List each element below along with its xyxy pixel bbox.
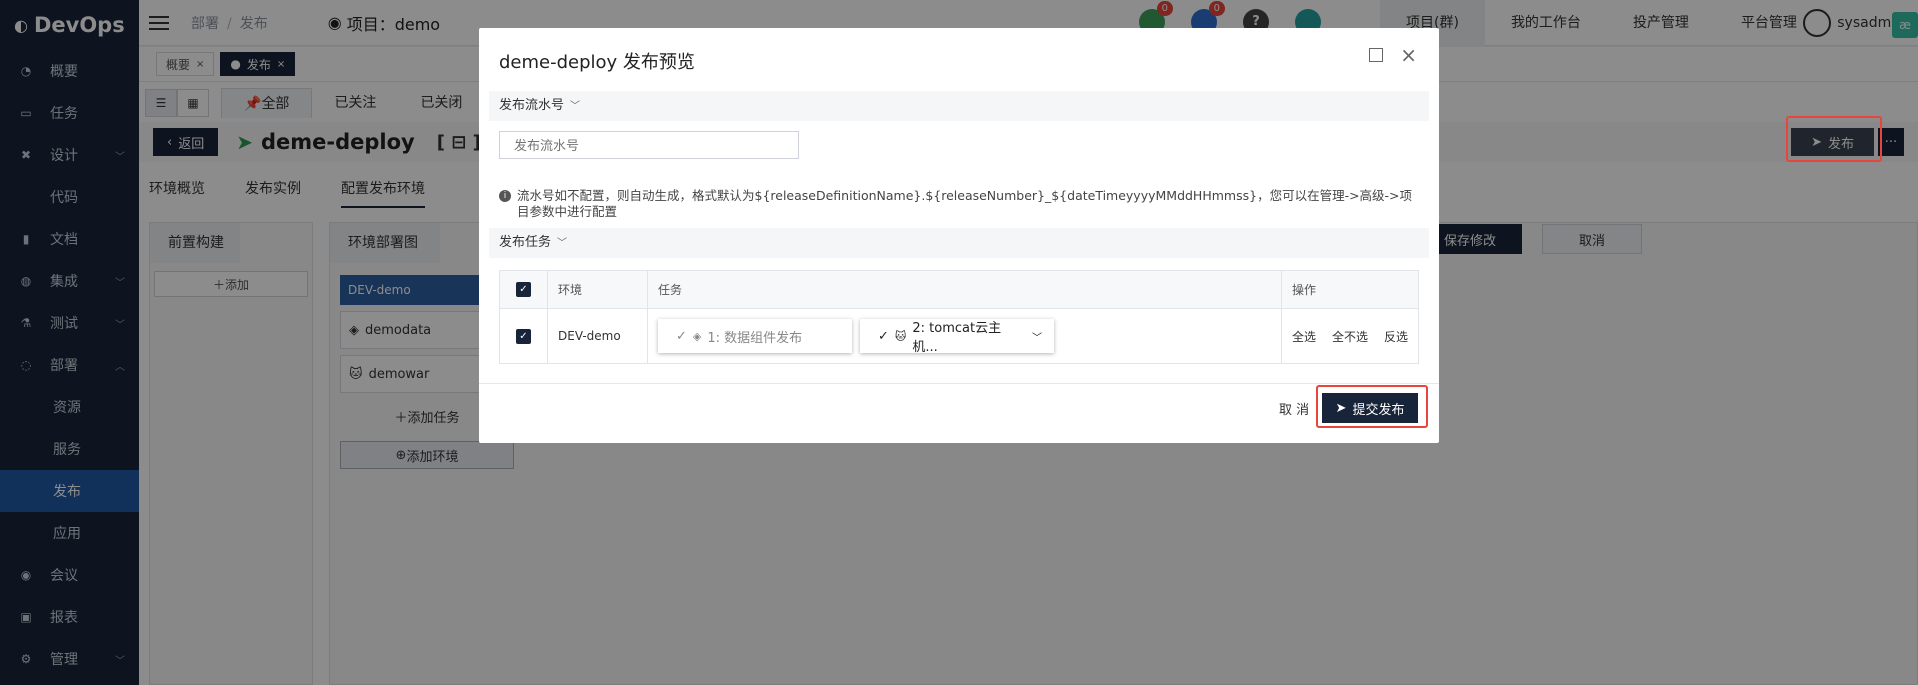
info-icon: i	[499, 190, 511, 202]
maximize-icon[interactable]	[1369, 48, 1383, 62]
dialog-cancel-button[interactable]: 取 消	[1279, 399, 1309, 418]
dialog-title: deme-deploy 发布预览	[499, 52, 695, 73]
section-release-number[interactable]: 发布流水号 ﹀	[489, 91, 1429, 121]
column-header: 环境	[548, 271, 648, 308]
close-icon[interactable]: ×	[1400, 43, 1417, 67]
tomcat-icon: 🐱	[894, 329, 907, 343]
release-preview-dialog: deme-deploy 发布预览 × 发布流水号 ﹀ i 流水号如不配置，则自动生成…	[479, 28, 1439, 443]
check-icon: ✓	[878, 328, 889, 344]
component-icon: ◈	[692, 329, 702, 343]
column-header: 操作	[1292, 283, 1317, 297]
release-number-note: i 流水号如不配置，则自动生成，格式默认为${releaseDefinitionN…	[499, 188, 1419, 220]
select-all-link[interactable]: 全选	[1292, 328, 1316, 345]
task-toggle-1[interactable]: ✓ ◈ 1: 数据组件发布	[658, 319, 852, 353]
task-label: 1: 数据组件发布	[707, 330, 803, 346]
release-number-input[interactable]	[499, 131, 799, 159]
section-title: 发布任务	[499, 235, 552, 250]
table-header: ✓ 环境 任务 操作	[500, 271, 1418, 308]
task-toggle-2[interactable]: ✓ 🐱 2: tomcat云主机... ﹀	[860, 319, 1054, 355]
select-none-link[interactable]: 全不选	[1332, 328, 1368, 345]
note-text: 流水号如不配置，则自动生成，格式默认为${releaseDefinitionNa…	[517, 188, 1413, 219]
chevron-down-icon[interactable]: ﹀	[1032, 329, 1042, 344]
chevron-down-icon: ﹀	[557, 238, 568, 249]
highlight-box	[1786, 116, 1882, 162]
highlight-box	[1316, 385, 1428, 428]
section-title: 发布流水号	[499, 98, 565, 113]
release-task-table: ✓ 环境 任务 操作 ✓ DEV-demo ✓ ◈ 1: 数据组件发布 ✓ 🐱 2: t…	[499, 270, 1419, 364]
row-checkbox[interactable]: ✓	[516, 328, 531, 344]
task-label: 2: tomcat云主机...	[912, 321, 1002, 355]
check-icon: ✓	[676, 328, 687, 344]
invert-selection-link[interactable]: 反选	[1384, 328, 1408, 345]
table-row: ✓ DEV-demo ✓ ◈ 1: 数据组件发布 ✓ 🐱 2: tomcat云主机...…	[500, 308, 1418, 363]
section-release-tasks[interactable]: 发布任务 ﹀	[489, 228, 1429, 258]
select-all-checkbox[interactable]: ✓	[516, 282, 531, 297]
divider	[479, 383, 1439, 384]
env-cell: DEV-demo	[548, 309, 648, 363]
column-header: 任务	[648, 271, 1282, 308]
chevron-down-icon: ﹀	[570, 101, 581, 112]
